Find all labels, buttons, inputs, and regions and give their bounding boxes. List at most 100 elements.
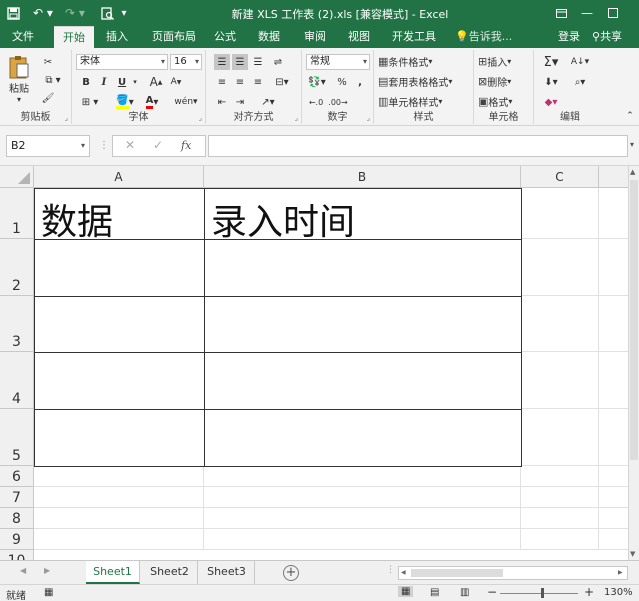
add-sheet-icon[interactable]: + <box>283 565 299 581</box>
row-header-6[interactable]: 6 <box>0 466 34 487</box>
cell-b9[interactable] <box>204 529 521 550</box>
column-header-c[interactable]: C <box>521 166 599 188</box>
clipboard-launcher-icon[interactable]: ⌟ <box>65 114 68 122</box>
cell-a3[interactable] <box>34 296 205 353</box>
column-header-d[interactable] <box>599 166 629 188</box>
column-header-a[interactable]: A <box>34 166 204 188</box>
conditional-formatting-button[interactable]: ▦ 条件格式 ▾ <box>378 54 432 69</box>
horizontal-scroll-thumb[interactable] <box>411 569 503 577</box>
cell-c3[interactable] <box>521 296 599 352</box>
middle-align-icon[interactable]: ☰ <box>232 54 248 70</box>
comma-style-button[interactable]: , <box>352 74 368 90</box>
collapse-ribbon-icon[interactable]: ⌃ <box>622 108 638 124</box>
page-break-preview-icon[interactable]: ▥ <box>460 587 469 598</box>
row-header-7[interactable]: 7 <box>0 487 34 508</box>
cell-a2[interactable] <box>34 239 205 297</box>
number-launcher-icon[interactable]: ⌟ <box>367 114 370 122</box>
enter-icon[interactable]: ✓ <box>153 138 163 152</box>
sheet-tab-sheet2[interactable]: Sheet2 <box>142 561 198 584</box>
prev-sheet-icon[interactable]: ◀ <box>20 566 26 575</box>
tab-insert[interactable]: 插入 <box>100 26 134 48</box>
paste-button[interactable]: 粘贴 ▾ <box>8 54 30 104</box>
row-header-3[interactable]: 3 <box>0 296 34 352</box>
cell-c5[interactable] <box>521 409 599 466</box>
find-select-icon[interactable]: ⌕▾ <box>568 74 592 90</box>
grow-font-button[interactable]: A ▲ <box>148 74 164 90</box>
minimize-icon[interactable]: — <box>574 0 600 26</box>
cell-c1[interactable] <box>521 188 599 239</box>
page-layout-view-icon[interactable]: ▤ <box>430 587 439 598</box>
scroll-left-icon[interactable]: ◀ <box>401 569 406 576</box>
percent-style-button[interactable]: % <box>334 74 350 90</box>
zoom-in-icon[interactable]: + <box>584 585 594 599</box>
format-painter-icon[interactable]: 🖌 <box>40 90 56 106</box>
cell-d1[interactable] <box>599 188 629 239</box>
cell-a8[interactable] <box>34 508 204 529</box>
top-align-icon[interactable]: ☰ <box>214 54 230 70</box>
copy-icon[interactable]: ⧉ ▾ <box>40 72 66 88</box>
cell-b4[interactable] <box>204 352 522 410</box>
font-size-select[interactable]: 16 ▾ <box>170 54 202 70</box>
insert-function-icon[interactable]: fx <box>181 139 191 152</box>
cell-a6[interactable] <box>34 466 204 487</box>
cell-a5[interactable] <box>34 409 205 467</box>
cell-b3[interactable] <box>204 296 522 353</box>
cell-c4[interactable] <box>521 352 599 409</box>
undo-icon[interactable]: ↶ ▾ <box>30 0 56 26</box>
sheet-tab-sheet1[interactable]: Sheet1 <box>86 561 140 584</box>
tab-page-layout[interactable]: 页面布局 <box>146 26 202 48</box>
row-header-4[interactable]: 4 <box>0 352 34 409</box>
zoom-level[interactable]: 130% <box>604 587 633 598</box>
merge-center-icon[interactable]: ⊟▾ <box>270 74 294 90</box>
bottom-align-icon[interactable]: ☰ <box>250 54 266 70</box>
formula-input[interactable] <box>208 135 628 157</box>
cell-d7[interactable] <box>599 487 629 508</box>
cell-d6[interactable] <box>599 466 629 487</box>
horizontal-scrollbar[interactable]: ◀ ▶ <box>398 566 628 580</box>
name-box[interactable]: B2 ▾ <box>6 135 90 157</box>
share-button[interactable]: ⚲共享 <box>592 26 622 48</box>
alignment-launcher-icon[interactable]: ⌟ <box>295 114 298 122</box>
fill-icon[interactable]: ⬇▾ <box>540 74 562 90</box>
zoom-slider[interactable] <box>500 593 578 594</box>
cell-c2[interactable] <box>521 239 599 296</box>
cell-d4[interactable] <box>599 352 629 409</box>
sheet-tab-sheet3[interactable]: Sheet3 <box>199 561 255 584</box>
delete-cells-button[interactable]: ⊠ 删除 ▾ <box>478 74 511 89</box>
expand-formula-bar-icon[interactable]: ▾ <box>630 140 634 149</box>
cell-d2[interactable] <box>599 239 629 296</box>
cell-c7[interactable] <box>521 487 599 508</box>
cell-b7[interactable] <box>204 487 521 508</box>
scroll-up-icon[interactable]: ▲ <box>630 168 635 176</box>
cell-a1[interactable]: 数据 <box>34 188 205 243</box>
tab-split-icon[interactable]: ⋮ <box>386 565 395 575</box>
underline-dropdown-icon[interactable]: ▾ <box>130 74 140 90</box>
tab-developer[interactable]: 开发工具 <box>386 26 442 48</box>
cell-b6[interactable] <box>204 466 521 487</box>
cell-d9[interactable] <box>599 529 629 550</box>
cell-d3[interactable] <box>599 296 629 352</box>
row-header-1[interactable]: 1 <box>0 188 34 239</box>
vertical-scrollbar[interactable]: ▲ ▼ <box>628 166 639 560</box>
row-header-10[interactable]: 10 <box>0 550 34 560</box>
cell-c8[interactable] <box>521 508 599 529</box>
tell-me-search[interactable]: 💡告诉我... <box>455 26 512 48</box>
cell-a4[interactable] <box>34 352 205 410</box>
ribbon-display-options-icon[interactable] <box>548 0 574 26</box>
tab-file[interactable]: 文件 <box>6 26 40 48</box>
tab-review[interactable]: 审阅 <box>298 26 332 48</box>
tab-formulas[interactable]: 公式 <box>208 26 242 48</box>
tab-view[interactable]: 视图 <box>342 26 376 48</box>
align-right-icon[interactable]: ≡ <box>250 74 266 90</box>
accounting-format-icon[interactable]: 💱▾ <box>306 74 328 90</box>
font-name-select[interactable]: 宋体 ▾ <box>76 54 168 70</box>
save-icon[interactable] <box>4 0 22 26</box>
cut-icon[interactable]: ✂ <box>40 54 56 70</box>
cell-a9[interactable] <box>34 529 204 550</box>
cell-a7[interactable] <box>34 487 204 508</box>
zoom-slider-thumb[interactable] <box>541 588 544 598</box>
row-header-8[interactable]: 8 <box>0 508 34 529</box>
login-button[interactable]: 登录 <box>558 26 580 48</box>
vertical-scroll-thumb[interactable] <box>630 180 638 460</box>
cell-styles-button[interactable]: ▥ 单元格样式 ▾ <box>378 94 442 109</box>
